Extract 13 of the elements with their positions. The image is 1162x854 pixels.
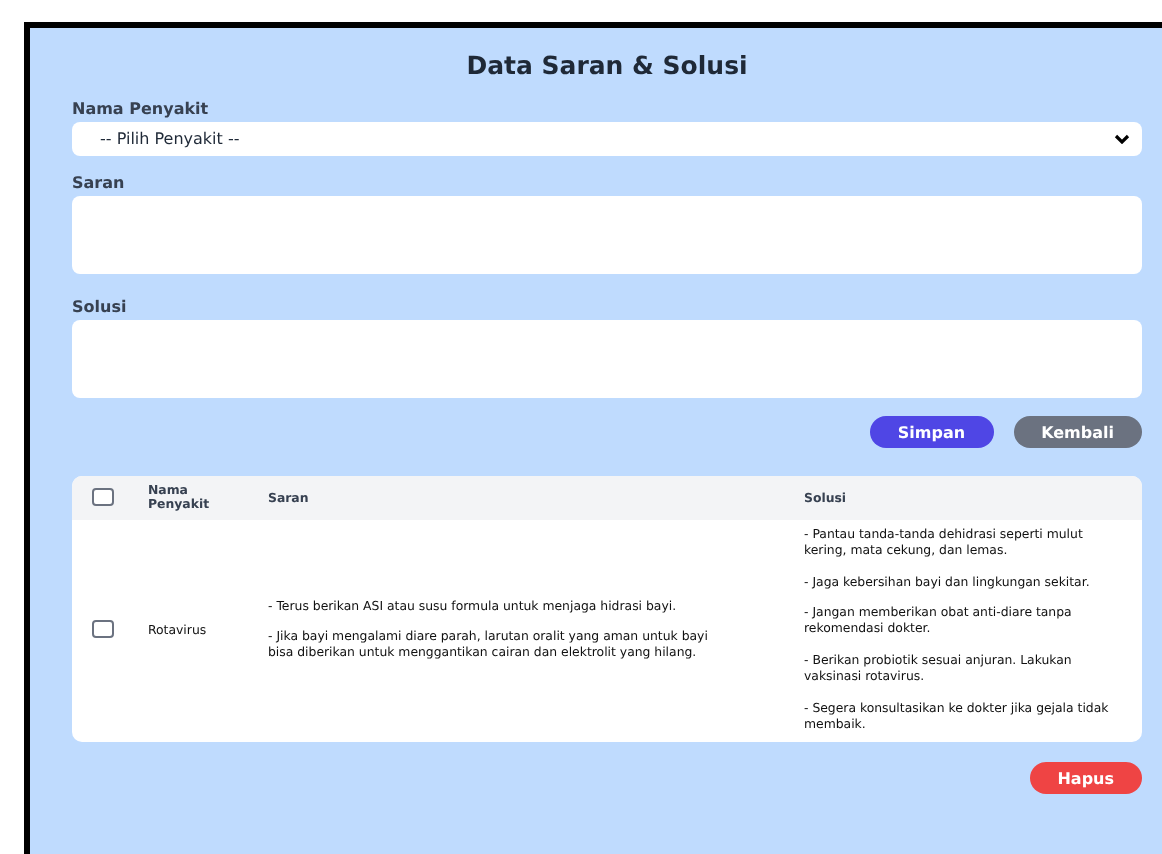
chevron-down-icon [1114,134,1130,144]
field-label: Solusi [72,298,129,316]
saran-field[interactable] [72,196,1142,274]
field-label: Saran [72,174,127,192]
solusi-field[interactable] [72,320,1142,398]
page-title: Data Saran & Solusi [464,50,750,80]
delete-button[interactable]: Hapus [1029,762,1142,795]
save-button[interactable]: Simpan [869,416,994,448]
row-checkbox[interactable] [92,620,114,639]
disease-select[interactable]: -- Pilih Penyakit -- [72,122,1142,156]
select-all-checkbox[interactable] [92,487,114,505]
field-label: Nama Penyakit [72,100,211,118]
back-button[interactable]: Kembali [1013,416,1142,448]
